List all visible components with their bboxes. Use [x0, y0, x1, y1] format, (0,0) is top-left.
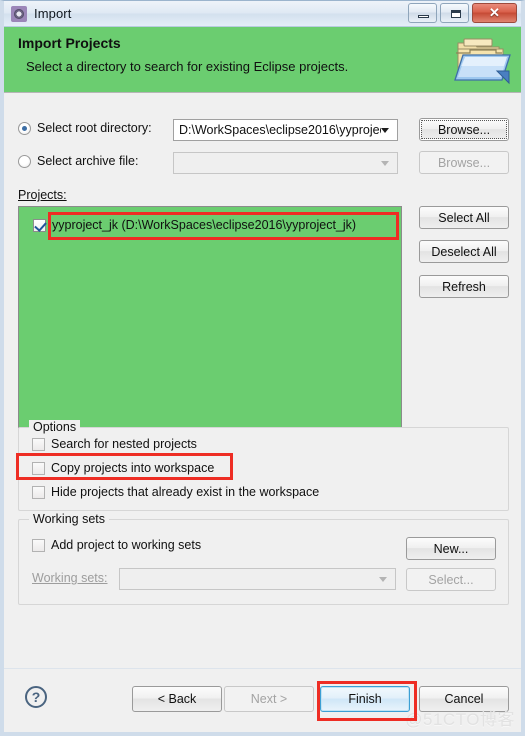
- root-directory-label: Select root directory:: [37, 121, 152, 135]
- archive-file-radio-button[interactable]: [18, 154, 31, 168]
- working-sets-group: Working sets: [18, 512, 509, 605]
- list-item[interactable]: yyproject_jk (D:\WorkSpaces\eclipse2016\…: [33, 218, 356, 232]
- working-sets-group-title: Working sets: [29, 512, 110, 526]
- import-wizard-icon: [11, 5, 27, 22]
- refresh-button[interactable]: Refresh: [419, 275, 509, 298]
- root-directory-radio-button[interactable]: [18, 121, 31, 135]
- help-question-icon[interactable]: ?: [25, 686, 47, 708]
- back-button[interactable]: < Back: [132, 686, 222, 712]
- page-subtitle: Select a directory to search for existin…: [26, 59, 349, 74]
- hide-existing-label: Hide projects that already exist in the …: [51, 485, 320, 499]
- search-nested-checkbox[interactable]: [32, 437, 45, 451]
- search-nested-label: Search for nested projects: [51, 437, 197, 451]
- close-icon: ✕: [489, 5, 500, 20]
- projects-list[interactable]: yyproject_jk (D:\WorkSpaces\eclipse2016\…: [18, 206, 402, 428]
- chevron-down-icon-working-sets: [379, 576, 387, 582]
- watermark: @51CTO博客: [405, 710, 515, 729]
- project-checkbox[interactable]: [33, 218, 46, 232]
- wizard-header: Import Projects Select a directory to se…: [4, 27, 521, 93]
- window-controls: ✕: [408, 3, 517, 23]
- open-folder-icon: [454, 38, 511, 85]
- new-working-set-button[interactable]: New...: [406, 537, 496, 560]
- next-button: Next >: [224, 686, 314, 712]
- root-directory-radio[interactable]: Select root directory:: [18, 121, 152, 135]
- option-hide-existing[interactable]: Hide projects that already exist in the …: [32, 485, 319, 499]
- archive-file-label: Select archive file:: [37, 154, 139, 168]
- title-bar: Import ✕: [4, 1, 521, 27]
- dialog-footer: ? < Back Next > Finish Cancel @51CTO博客: [4, 668, 521, 732]
- browse-root-directory-button[interactable]: Browse...: [419, 118, 509, 141]
- projects-caption-text: Projects:: [18, 188, 67, 202]
- import-dialog-window: Import ✕ Import Projects Select a direct…: [0, 0, 525, 736]
- finish-button[interactable]: Finish: [320, 686, 410, 712]
- chevron-down-icon-archive: [381, 160, 389, 166]
- options-group-title: Options: [29, 420, 81, 434]
- root-directory-combo[interactable]: D:\WorkSpaces\eclipse2016\yyproject: [173, 119, 398, 141]
- deselect-all-button[interactable]: Deselect All: [419, 240, 509, 263]
- maximize-icon: [451, 10, 461, 18]
- chevron-down-icon[interactable]: [381, 127, 389, 133]
- copy-projects-checkbox[interactable]: [32, 461, 45, 475]
- add-working-sets-label: Add project to working sets: [51, 538, 202, 552]
- option-copy-projects[interactable]: Copy projects into workspace: [32, 461, 214, 475]
- projects-caption: Projects:: [18, 188, 67, 202]
- hide-existing-checkbox[interactable]: [32, 485, 45, 499]
- project-label: yyproject_jk (D:\WorkSpaces\eclipse2016\…: [52, 218, 357, 232]
- archive-file-combo: [173, 152, 398, 174]
- working-sets-combo-label: Working sets:: [32, 571, 108, 585]
- window-title: Import: [34, 6, 72, 21]
- archive-file-radio[interactable]: Select archive file:: [18, 154, 138, 168]
- add-working-sets-checkbox[interactable]: [32, 538, 45, 552]
- page-title: Import Projects: [18, 35, 121, 51]
- dialog-body: Select root directory: D:\WorkSpaces\ecl…: [4, 93, 521, 668]
- copy-projects-label: Copy projects into workspace: [51, 461, 215, 475]
- minimize-icon: [418, 15, 429, 18]
- minimize-button[interactable]: [408, 3, 437, 23]
- working-sets-combo-label-text: Working sets:: [32, 571, 108, 585]
- select-working-sets-button: Select...: [406, 568, 496, 591]
- option-search-nested[interactable]: Search for nested projects: [32, 437, 197, 451]
- select-all-button[interactable]: Select All: [419, 206, 509, 229]
- working-sets-combo: [119, 568, 396, 590]
- close-button[interactable]: ✕: [472, 3, 517, 23]
- maximize-button[interactable]: [440, 3, 469, 23]
- root-directory-value: D:\WorkSpaces\eclipse2016\yyproject: [179, 123, 381, 137]
- add-project-to-working-sets-row[interactable]: Add project to working sets: [32, 538, 201, 552]
- browse-archive-file-button: Browse...: [419, 151, 509, 174]
